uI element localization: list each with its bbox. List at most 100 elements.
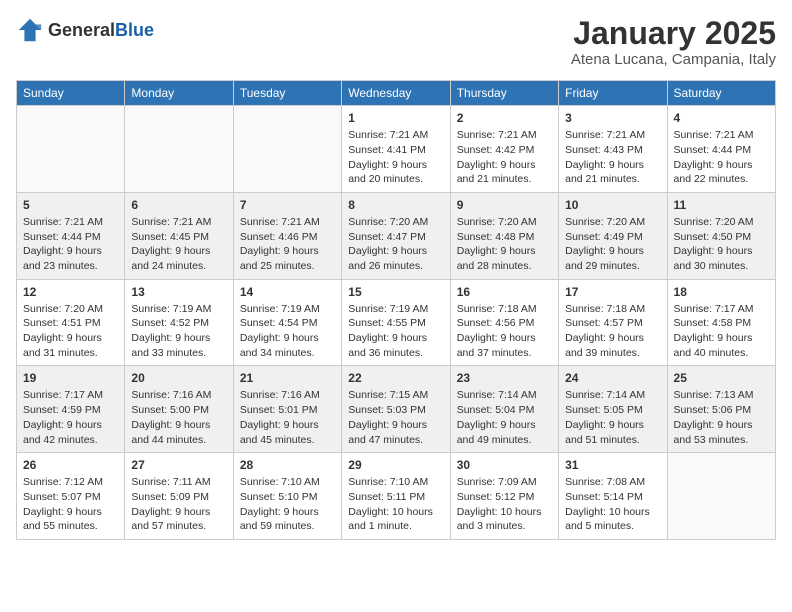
day-number: 21: [240, 371, 335, 385]
logo-blue-text: Blue: [115, 21, 154, 39]
day-number: 26: [23, 458, 118, 472]
day-number: 30: [457, 458, 552, 472]
calendar-cell: 13 Sunrise: 7:19 AM Sunset: 4:52 PM Dayli…: [125, 279, 233, 366]
day-info: Sunrise: 7:20 AM Sunset: 4:51 PM Dayligh…: [23, 302, 118, 361]
day-number: 9: [457, 198, 552, 212]
day-info: Sunrise: 7:19 AM Sunset: 4:55 PM Dayligh…: [348, 302, 443, 361]
calendar-cell: 8Sunrise: 7:20 AM Sunset: 4:47 PM Daylig…: [342, 192, 450, 279]
day-info: Sunrise: 7:21 AM Sunset: 4:44 PM Dayligh…: [674, 128, 769, 187]
calendar-cell: 14Sunrise: 7:19 AM Sunset: 4:54 PM Dayli…: [233, 279, 341, 366]
weekday-header-monday: Monday: [125, 81, 233, 106]
day-number: 23: [457, 371, 552, 385]
day-info: Sunrise: 7:21 AM Sunset: 4:45 PM Dayligh…: [131, 215, 226, 274]
day-info: Sunrise: 7:14 AM Sunset: 5:05 PM Dayligh…: [565, 388, 660, 447]
day-info: Sunrise: 7:10 AM Sunset: 5:11 PM Dayligh…: [348, 475, 443, 534]
logo: General Blue: [16, 16, 154, 44]
weekday-header-saturday: Saturday: [667, 81, 775, 106]
day-number: 5: [23, 198, 118, 212]
day-number: 3: [565, 111, 660, 125]
day-number: 27: [131, 458, 226, 472]
day-info: Sunrise: 7:19 AM Sunset: 4:52 PM Dayligh…: [131, 302, 226, 361]
calendar-week-row: 26 Sunrise: 7:12 AM Sunset: 5:07 PM Dayli…: [17, 453, 776, 540]
weekday-header-thursday: Thursday: [450, 81, 558, 106]
day-number: 4: [674, 111, 769, 125]
weekday-header-tuesday: Tuesday: [233, 81, 341, 106]
calendar-cell: 19 Sunrise: 7:17 AM Sunset: 4:59 PM Dayli…: [17, 366, 125, 453]
calendar-cell: 22Sunrise: 7:15 AM Sunset: 5:03 PM Dayli…: [342, 366, 450, 453]
day-number: 11: [674, 198, 769, 212]
weekday-header-row: SundayMondayTuesdayWednesdayThursdayFrid…: [17, 81, 776, 106]
day-number: 2: [457, 111, 552, 125]
calendar-cell: 30 Sunrise: 7:09 AM Sunset: 5:12 PM Dayli…: [450, 453, 558, 540]
day-info: Sunrise: 7:18 AM Sunset: 4:56 PM Dayligh…: [457, 302, 552, 361]
calendar-cell: 1 Sunrise: 7:21 AM Sunset: 4:41 PM Daylig…: [342, 106, 450, 193]
calendar-cell: 16 Sunrise: 7:18 AM Sunset: 4:56 PM Dayli…: [450, 279, 558, 366]
day-number: 18: [674, 285, 769, 299]
day-number: 29: [348, 458, 443, 472]
day-number: 1: [348, 111, 443, 125]
weekday-header-wednesday: Wednesday: [342, 81, 450, 106]
calendar-cell: 20Sunrise: 7:16 AM Sunset: 5:00 PM Dayli…: [125, 366, 233, 453]
calendar-cell: 29 Sunrise: 7:10 AM Sunset: 5:11 PM Dayli…: [342, 453, 450, 540]
calendar-cell: 11 Sunrise: 7:20 AM Sunset: 4:50 PM Dayli…: [667, 192, 775, 279]
calendar-cell: 18 Sunrise: 7:17 AM Sunset: 4:58 PM Dayli…: [667, 279, 775, 366]
calendar-cell: 15 Sunrise: 7:19 AM Sunset: 4:55 PM Dayli…: [342, 279, 450, 366]
calendar-cell: 2 Sunrise: 7:21 AM Sunset: 4:42 PM Daylig…: [450, 106, 558, 193]
day-info: Sunrise: 7:08 AM Sunset: 5:14 PM Dayligh…: [565, 475, 660, 534]
calendar-week-row: 1 Sunrise: 7:21 AM Sunset: 4:41 PM Daylig…: [17, 106, 776, 193]
day-info: Sunrise: 7:13 AM Sunset: 5:06 PM Dayligh…: [674, 388, 769, 447]
logo-general-text: General: [48, 21, 115, 39]
weekday-header-sunday: Sunday: [17, 81, 125, 106]
logo-icon: [16, 16, 44, 44]
day-info: Sunrise: 7:17 AM Sunset: 4:59 PM Dayligh…: [23, 388, 118, 447]
day-info: Sunrise: 7:21 AM Sunset: 4:46 PM Dayligh…: [240, 215, 335, 274]
page-header: General Blue January 2025 Atena Lucana, …: [16, 16, 776, 68]
weekday-header-friday: Friday: [559, 81, 667, 106]
day-info: Sunrise: 7:09 AM Sunset: 5:12 PM Dayligh…: [457, 475, 552, 534]
calendar-cell: 6Sunrise: 7:21 AM Sunset: 4:45 PM Daylig…: [125, 192, 233, 279]
calendar-cell: 3 Sunrise: 7:21 AM Sunset: 4:43 PM Daylig…: [559, 106, 667, 193]
day-number: 15: [348, 285, 443, 299]
day-info: Sunrise: 7:12 AM Sunset: 5:07 PM Dayligh…: [23, 475, 118, 534]
day-info: Sunrise: 7:21 AM Sunset: 4:44 PM Dayligh…: [23, 215, 118, 274]
calendar-cell: [233, 106, 341, 193]
calendar-cell: [667, 453, 775, 540]
day-info: Sunrise: 7:20 AM Sunset: 4:47 PM Dayligh…: [348, 215, 443, 274]
day-number: 31: [565, 458, 660, 472]
day-number: 28: [240, 458, 335, 472]
calendar-week-row: 12Sunrise: 7:20 AM Sunset: 4:51 PM Dayli…: [17, 279, 776, 366]
day-number: 10: [565, 198, 660, 212]
day-info: Sunrise: 7:11 AM Sunset: 5:09 PM Dayligh…: [131, 475, 226, 534]
day-number: 17: [565, 285, 660, 299]
day-info: Sunrise: 7:18 AM Sunset: 4:57 PM Dayligh…: [565, 302, 660, 361]
calendar-cell: 24 Sunrise: 7:14 AM Sunset: 5:05 PM Dayli…: [559, 366, 667, 453]
calendar-cell: 7Sunrise: 7:21 AM Sunset: 4:46 PM Daylig…: [233, 192, 341, 279]
day-number: 19: [23, 371, 118, 385]
day-info: Sunrise: 7:20 AM Sunset: 4:48 PM Dayligh…: [457, 215, 552, 274]
calendar-cell: 23 Sunrise: 7:14 AM Sunset: 5:04 PM Dayli…: [450, 366, 558, 453]
day-info: Sunrise: 7:21 AM Sunset: 4:41 PM Dayligh…: [348, 128, 443, 187]
calendar-week-row: 19 Sunrise: 7:17 AM Sunset: 4:59 PM Dayli…: [17, 366, 776, 453]
calendar-cell: 17 Sunrise: 7:18 AM Sunset: 4:57 PM Dayli…: [559, 279, 667, 366]
day-number: 16: [457, 285, 552, 299]
day-info: Sunrise: 7:16 AM Sunset: 5:01 PM Dayligh…: [240, 388, 335, 447]
day-info: Sunrise: 7:20 AM Sunset: 4:50 PM Dayligh…: [674, 215, 769, 274]
day-info: Sunrise: 7:21 AM Sunset: 4:43 PM Dayligh…: [565, 128, 660, 187]
day-number: 14: [240, 285, 335, 299]
calendar-cell: [125, 106, 233, 193]
day-info: Sunrise: 7:14 AM Sunset: 5:04 PM Dayligh…: [457, 388, 552, 447]
day-info: Sunrise: 7:21 AM Sunset: 4:42 PM Dayligh…: [457, 128, 552, 187]
calendar-cell: 27 Sunrise: 7:11 AM Sunset: 5:09 PM Dayli…: [125, 453, 233, 540]
calendar-cell: 31 Sunrise: 7:08 AM Sunset: 5:14 PM Dayli…: [559, 453, 667, 540]
month-title: January 2025: [571, 16, 776, 51]
day-number: 24: [565, 371, 660, 385]
day-info: Sunrise: 7:20 AM Sunset: 4:49 PM Dayligh…: [565, 215, 660, 274]
location-subtitle: Atena Lucana, Campania, Italy: [571, 51, 776, 68]
calendar-cell: 25Sunrise: 7:13 AM Sunset: 5:06 PM Dayli…: [667, 366, 775, 453]
day-number: 22: [348, 371, 443, 385]
day-info: Sunrise: 7:17 AM Sunset: 4:58 PM Dayligh…: [674, 302, 769, 361]
day-number: 20: [131, 371, 226, 385]
calendar-table: SundayMondayTuesdayWednesdayThursdayFrid…: [16, 80, 776, 540]
day-number: 13: [131, 285, 226, 299]
calendar-cell: 9 Sunrise: 7:20 AM Sunset: 4:48 PM Daylig…: [450, 192, 558, 279]
